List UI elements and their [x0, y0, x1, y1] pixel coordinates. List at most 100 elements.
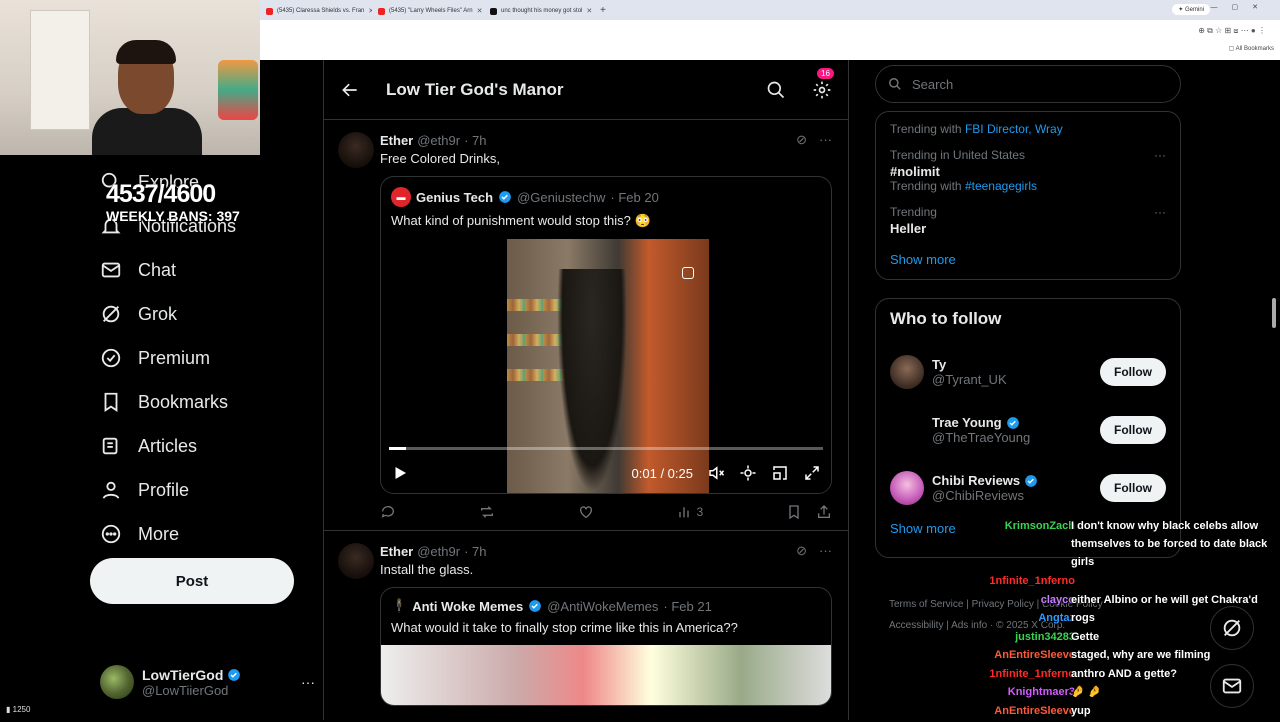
follow-suggestion[interactable]: Ty @Tyrant_UK Follow — [890, 343, 1166, 401]
webcam-toy — [218, 60, 258, 120]
nav-item-grok[interactable]: Grok — [90, 292, 320, 336]
gemini-button[interactable]: ✦ Gemini — [1172, 4, 1210, 15]
back-arrow-icon[interactable] — [340, 80, 360, 100]
browser-tab[interactable]: (5435) Claressa Shields vs. Fran ✕ — [260, 2, 372, 20]
settings-icon[interactable] — [739, 464, 757, 482]
trend-item[interactable]: Trending in United States #nolimit Trend… — [890, 142, 1166, 199]
nav-item-more[interactable]: More — [90, 512, 320, 556]
nav-item-bookmarks[interactable]: Bookmarks — [90, 380, 320, 424]
grok-icon[interactable]: ⊘ — [796, 132, 807, 148]
webcam-feed — [0, 0, 260, 155]
account-switcher[interactable]: LowTierGod @LowTiierGod ··· — [100, 662, 315, 702]
more-dots-icon[interactable]: ··· — [1154, 148, 1166, 162]
follow-suggestion[interactable]: Trae Young @TheTraeYoung Follow — [890, 401, 1166, 459]
more-dots-icon[interactable]: ··· — [301, 674, 315, 690]
close-icon[interactable]: ✕ — [477, 7, 483, 15]
footer-link[interactable]: Accessibility — [889, 620, 943, 631]
reply-icon — [381, 506, 394, 518]
search-icon — [889, 78, 901, 90]
follow-button[interactable]: Follow — [1100, 474, 1166, 502]
follow-suggestion[interactable]: Chibi Reviews @ChibiReviews Follow — [890, 459, 1166, 517]
nav-item-premium[interactable]: Premium — [90, 336, 320, 380]
tweet[interactable]: Ether @eth9r · 7h ⊘ ··· Install the glass… — [324, 531, 848, 716]
avatar — [100, 665, 134, 699]
tweet[interactable]: Ether @eth9r · 7h ⊘ ··· Free Colored Drin… — [324, 120, 848, 531]
grok-icon[interactable]: ⊘ — [796, 543, 807, 559]
video-player[interactable]: 0:01 / 0:25 — [381, 239, 831, 493]
nav-item-articles[interactable]: Articles — [90, 424, 320, 468]
tweet-time[interactable]: · 7h — [464, 133, 486, 148]
heart-icon — [579, 506, 592, 519]
like-button[interactable] — [578, 504, 594, 520]
chat-username: clayco — [1040, 593, 1075, 606]
video-time: 0:01 / 0:25 — [631, 465, 693, 481]
close-icon[interactable]: ✕ — [586, 7, 592, 15]
stream-score-overlay: 4537/4600 — [106, 180, 216, 208]
youtube-icon — [266, 7, 273, 15]
mail-icon — [1222, 678, 1242, 694]
gear-icon[interactable] — [812, 80, 832, 100]
trend-item[interactable]: Trending Heller ··· — [890, 199, 1166, 242]
tweet-author-handle[interactable]: @eth9r — [417, 133, 460, 148]
window-controls[interactable]: —▢✕ — [1211, 3, 1272, 11]
scrollbar-thumb[interactable] — [1272, 298, 1276, 328]
new-tab-icon[interactable]: + — [600, 5, 606, 16]
reply-button[interactable] — [380, 504, 396, 520]
stream-weekly-bans: WEEKLY BANS: 397 — [106, 208, 240, 224]
messages-button[interactable] — [1210, 664, 1254, 708]
post-button[interactable]: Post — [90, 558, 294, 604]
video-progress-bar[interactable] — [389, 447, 823, 450]
repost-button[interactable] — [479, 504, 495, 520]
extension-icons[interactable]: ⊕ ⧉ ☆ ⊞ ⧈ ⋯ ● ⋮ — [1198, 26, 1266, 36]
browser-tab[interactable]: (5435) "Larry Wheels Files" Arn ✕ — [372, 2, 484, 20]
search-input[interactable]: Search — [875, 65, 1181, 103]
chat-username: justin34283 — [1015, 630, 1075, 643]
mute-icon[interactable] — [707, 464, 725, 482]
avatar — [890, 471, 924, 505]
avatar[interactable] — [338, 543, 374, 579]
more-dots-icon[interactable]: ··· — [1154, 205, 1166, 219]
viewer-count: ▮ 1250 — [6, 705, 31, 714]
chat-username: Angtaz — [1038, 612, 1075, 624]
tweet-time[interactable]: · 7h — [464, 544, 486, 559]
tweet-author-name[interactable]: Ether — [380, 133, 413, 148]
show-more-link[interactable]: Show more — [890, 242, 1166, 267]
quoted-tweet[interactable]: ▬ Genius Tech @Geniustechw · Feb 20 What… — [380, 176, 832, 494]
bookmark-icon[interactable] — [786, 504, 802, 520]
trend-link[interactable]: #teenagegirls — [965, 179, 1037, 193]
search-icon[interactable] — [766, 80, 786, 100]
tweet-author-handle[interactable]: @eth9r — [417, 544, 460, 559]
trend-item[interactable]: Trending with FBI Director, Wray — [890, 116, 1166, 142]
quote-text: What would it take to finally stop crime… — [391, 620, 738, 635]
grok-button[interactable] — [1210, 606, 1254, 650]
quoted-tweet[interactable]: 🕴 Anti Woke Memes @AntiWokeMemes · Feb 2… — [380, 587, 832, 706]
scrollbar[interactable] — [1272, 62, 1278, 720]
tweet-text: Install the glass. — [380, 562, 474, 577]
verified-badge-icon — [499, 191, 511, 203]
trends-panel: Trending with FBI Director, Wray Trendin… — [875, 111, 1181, 280]
nav-item-chat[interactable]: Chat — [90, 248, 320, 292]
community-header: Low Tier God's Manor — [324, 60, 848, 120]
pip-icon[interactable] — [771, 464, 789, 482]
more-dots-icon[interactable]: ··· — [819, 132, 832, 148]
browser-toolbar: ⊕ ⧉ ☆ ⊞ ⧈ ⋯ ● ⋮ ▢ All Bookmarks — [260, 20, 1280, 60]
chat-username: Knightmaer3 — [1007, 686, 1075, 698]
who-to-follow-title: Who to follow — [890, 309, 1002, 328]
trend-link[interactable]: FBI Director, Wray — [965, 122, 1063, 136]
avatar[interactable] — [338, 132, 374, 168]
tweet-author-name[interactable]: Ether — [380, 544, 413, 559]
video-thumbnail[interactable] — [381, 645, 831, 705]
play-icon[interactable] — [391, 464, 409, 482]
mail-icon — [101, 262, 121, 278]
browser-tab[interactable]: unc thought his money got stol ✕ — [484, 2, 596, 20]
fullscreen-icon[interactable] — [803, 464, 821, 482]
all-bookmarks[interactable]: ▢ All Bookmarks — [1229, 45, 1274, 52]
nav-item-profile[interactable]: Profile — [90, 468, 320, 512]
views-button[interactable]: 3 — [676, 504, 703, 520]
verified-badge-icon — [228, 668, 241, 681]
chat-username: AnEntireSleeve — [994, 704, 1075, 717]
share-icon[interactable] — [816, 504, 832, 520]
follow-button[interactable]: Follow — [1100, 358, 1166, 386]
follow-button[interactable]: Follow — [1100, 416, 1166, 444]
more-dots-icon[interactable]: ··· — [819, 543, 832, 559]
